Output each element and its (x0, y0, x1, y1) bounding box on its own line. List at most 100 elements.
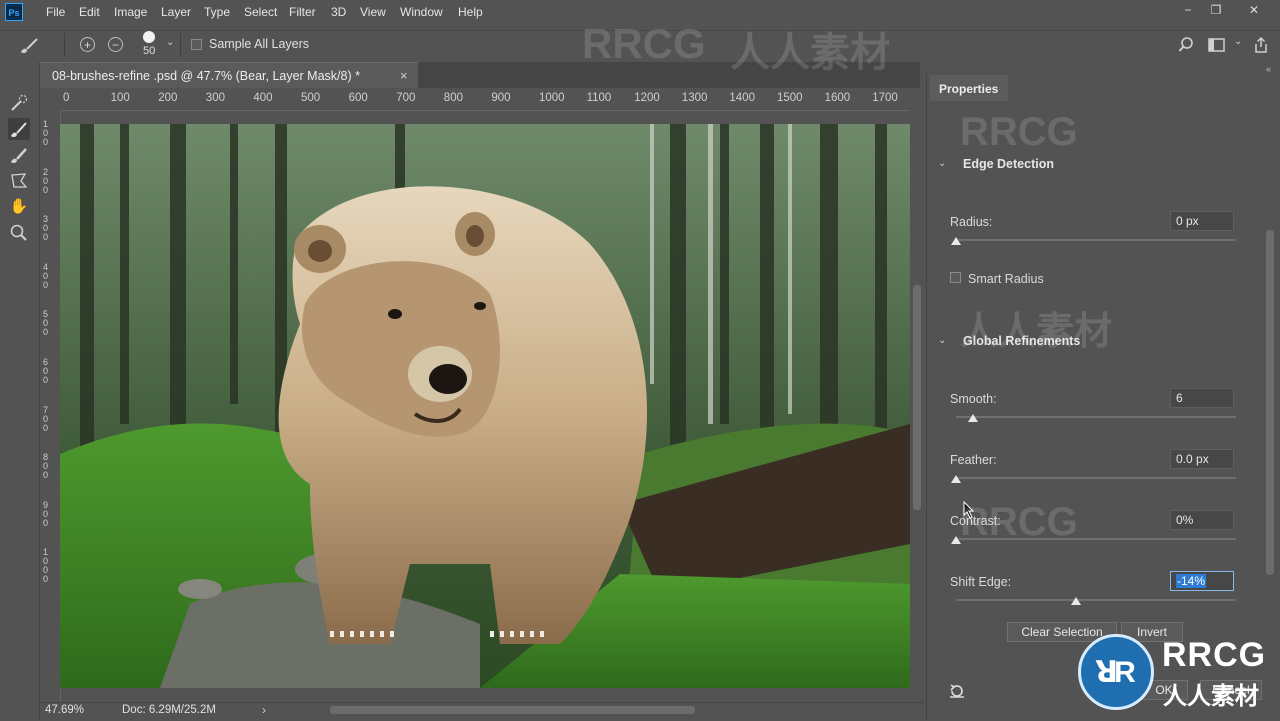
v-ruler-tick: 8 0 0 (43, 452, 49, 481)
brush-tool-icon[interactable] (8, 144, 30, 166)
document-canvas[interactable] (60, 124, 910, 688)
feather-input[interactable]: 0.0 px (1170, 449, 1234, 469)
lasso-icon[interactable] (8, 170, 30, 192)
feather-label: Feather: (950, 453, 997, 467)
rrcg-brand-text: RRCG (1162, 636, 1267, 674)
options-separator (64, 33, 65, 57)
menu-filter[interactable]: Filter (289, 5, 316, 19)
menu-window[interactable]: Window (400, 5, 443, 19)
h-ruler-tick: 400 (253, 92, 273, 104)
close-tab-icon[interactable]: × (400, 68, 408, 83)
global-refinements-title[interactable]: Global Refinements (963, 334, 1080, 348)
rrcg-brand-subtext: 人人素材 (1163, 683, 1259, 710)
reset-icon[interactable] (948, 682, 966, 700)
menu-layer[interactable]: Layer (161, 5, 191, 19)
chevron-down-icon[interactable]: ⌄ (166, 37, 174, 48)
shift-edge-label: Shift Edge: (950, 575, 1012, 589)
quick-selection-icon[interactable] (8, 92, 30, 114)
zoom-icon[interactable] (8, 222, 30, 244)
sample-all-layers-label: Sample All Layers (209, 37, 310, 51)
h-ruler-tick: 1500 (777, 92, 803, 104)
zoom-level[interactable]: 47.69% (45, 704, 84, 716)
document-tab[interactable]: 08-brushes-refine .psd @ 47.7% (Bear, La… (40, 62, 418, 88)
workspace-chevron-icon[interactable]: ⌄ (1234, 36, 1242, 47)
shift-edge-slider-track[interactable] (956, 599, 1236, 601)
ps-logo[interactable]: Ps (5, 3, 23, 21)
h-ruler-tick: 1100 (586, 92, 612, 104)
radius-label: Radius: (950, 215, 993, 229)
smooth-slider-knob[interactable] (967, 414, 978, 422)
properties-tab[interactable]: Properties (930, 75, 1008, 101)
v-ruler-tick: 4 0 0 (43, 261, 49, 290)
status-menu-arrow[interactable]: › (262, 703, 266, 717)
h-ruler-tick: 100 (110, 92, 130, 104)
h-ruler-tick: 300 (205, 92, 225, 104)
minimize-button[interactable]: − (1178, 2, 1198, 18)
restore-button[interactable]: ❐ (1206, 2, 1226, 18)
hand-icon[interactable]: ✋ (8, 196, 30, 218)
shift-edge-input[interactable]: -14% (1170, 571, 1234, 591)
brush-icon[interactable] (18, 36, 40, 56)
sample-all-layers-checkbox[interactable] (191, 39, 202, 50)
contrast-input[interactable]: 0% (1170, 510, 1234, 530)
smart-radius-checkbox[interactable] (950, 272, 961, 283)
panel-scroll-thumb[interactable] (1266, 230, 1274, 575)
add-to-selection-icon[interactable]: + (80, 37, 95, 52)
refine-edge-brush-icon[interactable] (8, 118, 30, 140)
h-ruler-tick: 600 (348, 92, 368, 104)
options-separator (180, 33, 181, 57)
h-ruler-tick: 1000 (539, 92, 565, 104)
h-ruler-tick: 0 (63, 92, 70, 104)
menu-image[interactable]: Image (114, 5, 147, 19)
h-ruler-tick: 500 (301, 92, 321, 104)
document-tab-title: 08-brushes-refine .psd @ 47.7% (Bear, La… (52, 69, 360, 83)
v-ruler-tick: 1 0 0 (43, 119, 49, 147)
v-ruler-tick: 9 0 0 (43, 499, 49, 528)
menu-help[interactable]: Help (458, 5, 483, 19)
search-icon[interactable] (1178, 37, 1194, 53)
smooth-slider-track[interactable] (956, 416, 1236, 418)
contrast-slider-knob[interactable] (951, 536, 961, 544)
h-ruler-tick: 1600 (824, 92, 851, 104)
h-ruler-tick: 1400 (729, 92, 755, 104)
menu-view[interactable]: View (360, 5, 386, 19)
menu-type[interactable]: Type (204, 5, 230, 19)
edge-detection-chevron-icon[interactable]: ⌄ (938, 158, 946, 169)
menu-edit[interactable]: Edit (79, 5, 100, 19)
menu-select[interactable]: Select (244, 5, 277, 19)
h-ruler-tick: 1700 (872, 92, 898, 104)
feather-slider-knob[interactable] (951, 475, 961, 483)
vertical-scroll-thumb[interactable] (913, 285, 921, 510)
smooth-input[interactable]: 6 (1170, 388, 1234, 408)
doc-size: Doc: 6.29M/25.2M (122, 704, 216, 716)
brush-size-preview[interactable] (143, 31, 155, 43)
h-ruler-tick: 700 (396, 92, 416, 104)
workspace-icon[interactable] (1208, 37, 1226, 53)
v-ruler-tick: 3 0 0 (43, 214, 49, 243)
shift-edge-selected-text: -14% (1176, 574, 1207, 588)
radius-input[interactable]: 0 px (1170, 211, 1234, 231)
shift-edge-slider-knob[interactable] (1071, 597, 1082, 605)
menu-file[interactable]: File (46, 5, 65, 19)
menu-bar (0, 0, 1280, 24)
close-window-button[interactable]: ✕ (1244, 2, 1264, 18)
v-ruler-tick: 6 0 0 (43, 357, 49, 385)
contrast-slider-track[interactable] (956, 538, 1236, 540)
v-ruler-tick: 5 0 0 (43, 309, 49, 338)
rrcg-logo-mark: ꓤR (1095, 656, 1136, 689)
edge-detection-title[interactable]: Edge Detection (963, 157, 1054, 171)
global-refinements-chevron-icon[interactable]: ⌄ (938, 335, 946, 346)
horizontal-scroll-thumb[interactable] (330, 706, 695, 714)
h-ruler-tick: 1200 (634, 92, 660, 104)
radius-slider-knob[interactable] (951, 237, 961, 245)
smart-radius-label: Smart Radius (968, 272, 1044, 286)
v-ruler-tick: 1 0 0 0 (43, 547, 49, 585)
radius-slider-track[interactable] (956, 239, 1236, 241)
feather-slider-track[interactable] (956, 477, 1236, 479)
h-ruler-tick: 1300 (681, 92, 708, 104)
share-icon[interactable] (1253, 36, 1269, 54)
properties-tab-label: Properties (939, 82, 999, 96)
menu-3d[interactable]: 3D (331, 5, 346, 19)
h-ruler-tick: 900 (491, 92, 511, 104)
subtract-from-selection-icon[interactable]: − (108, 37, 123, 52)
